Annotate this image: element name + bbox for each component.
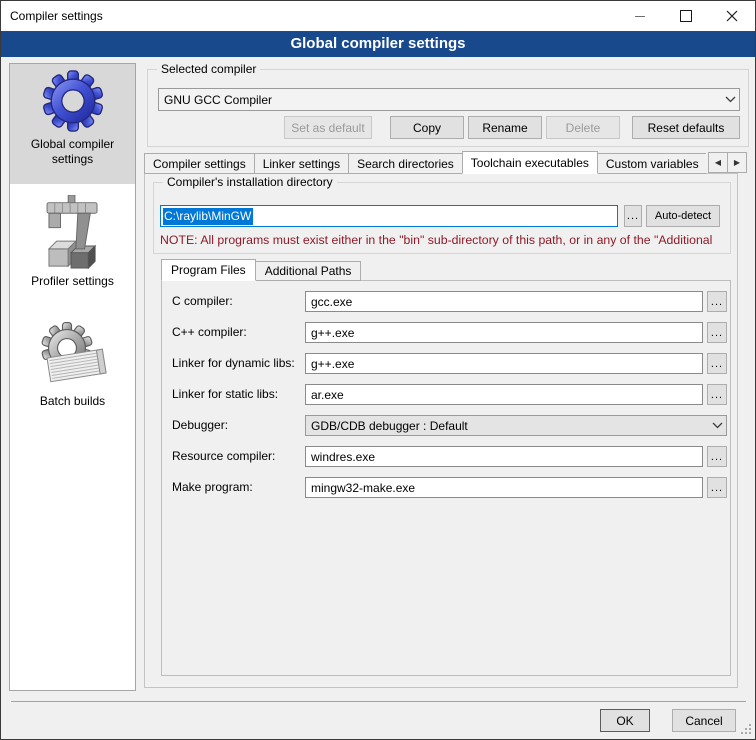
resource-compiler-label: Resource compiler: <box>172 446 275 467</box>
minimize-button[interactable] <box>617 1 663 31</box>
caption-buttons <box>617 1 755 31</box>
tab-additional-paths[interactable]: Additional Paths <box>255 261 362 281</box>
tab-custom-variables[interactable]: Custom variables <box>597 153 706 174</box>
toolchain-executables-panel: Compiler's installation directory C:\ray… <box>144 173 738 688</box>
sidebar-item-batch-builds[interactable]: Batch builds <box>10 314 135 424</box>
reset-defaults-button[interactable]: Reset defaults <box>632 116 740 139</box>
selected-compiler-group: Selected compiler GNU GCC Compiler Set a… <box>147 69 749 147</box>
settings-category-list: Global compiler settings Profiler settin… <box>9 63 136 691</box>
tab-program-files[interactable]: Program Files <box>161 259 256 281</box>
set-as-default-button[interactable]: Set as default <box>284 116 372 139</box>
tab-search-directories[interactable]: Search directories <box>348 153 463 174</box>
browse-c-compiler-button[interactable]: ... <box>707 291 727 312</box>
program-files-panel: C compiler: ... C++ compiler: ... Linker… <box>161 280 731 676</box>
window-title: Compiler settings <box>1 9 103 23</box>
delete-button[interactable]: Delete <box>546 116 620 139</box>
field-row-resource-compiler: Resource compiler: ... <box>162 446 730 467</box>
resource-compiler-input[interactable] <box>305 446 703 467</box>
tab-toolchain-executables[interactable]: Toolchain executables <box>462 151 598 174</box>
browse-resource-compiler-button[interactable]: ... <box>707 446 727 467</box>
program-files-tab-strip: Program Files Additional Paths <box>161 259 361 281</box>
sidebar-item-label: Batch builds <box>40 394 105 409</box>
field-row-make-program: Make program: ... <box>162 477 730 498</box>
installation-directory-input[interactable]: C:\raylib\MinGW <box>160 205 618 227</box>
cpp-compiler-label: C++ compiler: <box>172 322 247 343</box>
debugger-label: Debugger: <box>172 415 228 436</box>
blue-gear-icon <box>42 70 104 132</box>
cancel-button[interactable]: Cancel <box>672 709 736 732</box>
compiler-settings-dialog: Compiler settings Global compiler settin… <box>0 0 756 740</box>
auto-detect-button[interactable]: Auto-detect <box>646 205 720 227</box>
profiler-caliper-icon <box>38 195 108 270</box>
make-program-input[interactable] <box>305 477 703 498</box>
compiler-actions-row: Set as default Copy Rename Delete Reset … <box>158 116 740 139</box>
chevron-down-icon <box>708 422 726 429</box>
static-linker-input[interactable] <box>305 384 703 405</box>
installation-directory-group: Compiler's installation directory C:\ray… <box>153 182 731 254</box>
close-button[interactable] <box>709 1 755 31</box>
installation-directory-label: Compiler's installation directory <box>163 175 337 189</box>
dynamic-linker-label: Linker for dynamic libs: <box>172 353 295 374</box>
field-row-dynamic-linker: Linker for dynamic libs: ... <box>162 353 730 374</box>
ok-button[interactable]: OK <box>600 709 650 732</box>
install-dir-note: NOTE: All programs must exist either in … <box>160 233 729 247</box>
debugger-select-value: GDB/CDB debugger : Default <box>306 419 708 433</box>
tab-compiler-settings[interactable]: Compiler settings <box>144 153 255 174</box>
title-bar[interactable]: Compiler settings <box>1 1 755 31</box>
tab-scroll-right-icon[interactable]: ▶ <box>727 152 747 173</box>
browse-make-program-button[interactable]: ... <box>707 477 727 498</box>
compiler-select[interactable]: GNU GCC Compiler <box>158 88 740 111</box>
dynamic-linker-input[interactable] <box>305 353 703 374</box>
make-program-label: Make program: <box>172 477 253 498</box>
field-row-c-compiler: C compiler: ... <box>162 291 730 312</box>
c-compiler-input[interactable] <box>305 291 703 312</box>
batch-builds-icon <box>37 322 109 388</box>
compiler-select-value: GNU GCC Compiler <box>159 93 721 107</box>
maximize-icon <box>680 10 692 22</box>
dialog-header: Global compiler settings <box>1 31 755 57</box>
rename-button[interactable]: Rename <box>468 116 542 139</box>
field-row-static-linker: Linker for static libs: ... <box>162 384 730 405</box>
c-compiler-label: C compiler: <box>172 291 233 312</box>
minimize-icon <box>635 16 645 17</box>
selected-compiler-group-label: Selected compiler <box>157 62 260 76</box>
debugger-select[interactable]: GDB/CDB debugger : Default <box>305 415 727 436</box>
tab-linker-settings[interactable]: Linker settings <box>254 153 349 174</box>
chevron-down-icon <box>721 96 739 103</box>
browse-static-linker-button[interactable]: ... <box>707 384 727 405</box>
sidebar-item-label: Profiler settings <box>31 274 114 289</box>
static-linker-label: Linker for static libs: <box>172 384 278 405</box>
sidebar-item-profiler-settings[interactable]: Profiler settings <box>10 188 135 308</box>
tab-scroll-left-icon[interactable]: ◀ <box>708 152 728 173</box>
settings-tab-strip: Compiler settings Linker settings Search… <box>144 151 706 174</box>
browse-dynamic-linker-button[interactable]: ... <box>707 353 727 374</box>
copy-button[interactable]: Copy <box>390 116 464 139</box>
installation-directory-value: C:\raylib\MinGW <box>163 208 253 225</box>
cpp-compiler-input[interactable] <box>305 322 703 343</box>
resize-grip[interactable] <box>741 724 752 735</box>
close-icon <box>726 10 738 22</box>
footer-separator <box>11 701 746 702</box>
sidebar-item-global-compiler-settings[interactable]: Global compiler settings <box>10 64 135 184</box>
tab-scroll-buttons: ◀ ▶ <box>709 152 747 173</box>
sidebar-item-label: Global compiler settings <box>10 137 135 167</box>
field-row-cpp-compiler: C++ compiler: ... <box>162 322 730 343</box>
field-row-debugger: Debugger: GDB/CDB debugger : Default <box>162 415 730 436</box>
browse-cpp-compiler-button[interactable]: ... <box>707 322 727 343</box>
browse-install-dir-button[interactable]: ... <box>624 205 642 227</box>
maximize-button[interactable] <box>663 1 709 31</box>
